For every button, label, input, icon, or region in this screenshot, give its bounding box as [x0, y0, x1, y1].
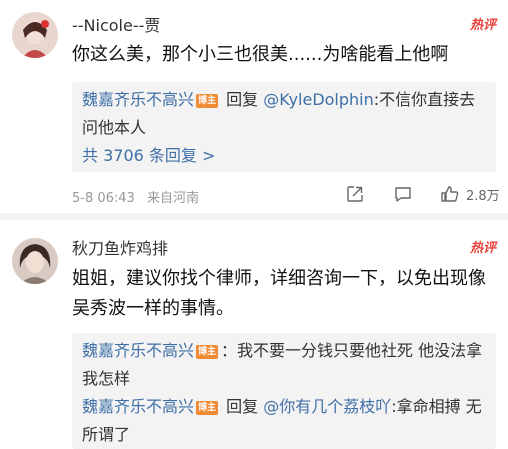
share-icon [347, 186, 363, 202]
comment-icon [395, 187, 411, 202]
hot-comment-badge: 热评 [469, 241, 496, 256]
reply-author[interactable]: 魏嘉齐乐不高兴 [82, 397, 194, 416]
more-replies-link[interactable]: 共 3706 条回复 > [82, 142, 486, 170]
reply-mention[interactable]: @KyleDolphin [263, 90, 374, 109]
reply-prefix: 回复 [226, 397, 259, 416]
share-button[interactable] [345, 184, 365, 204]
reply-box[interactable]: 魏嘉齐乐不高兴 博主 回复 @KyleDolphin:不信你直接去问他本人 共 3… [72, 82, 496, 172]
comment-text: 姐姐，建议你找个律师，详细咨询一下，以免出现像吴秀波一样的事情。 [72, 268, 486, 319]
reply-box[interactable]: 魏嘉齐乐不高兴 博主 ：我不要一分钱只要他社死 他没法拿我怎样 魏嘉齐乐不高兴 博主 … [72, 333, 496, 449]
reply-mention[interactable]: @你有几个荔枝吖 [263, 397, 391, 416]
comment-button[interactable] [393, 184, 413, 204]
like-count: 2.8万 [466, 188, 500, 204]
comment-meta: 5-8 06:43 来自河南 [72, 187, 199, 206]
avatar[interactable] [12, 238, 58, 284]
comment-username[interactable]: --Nicole--贾 [72, 12, 160, 36]
hot-comment-badge: 热评 [469, 18, 496, 33]
comment-divider [0, 213, 508, 220]
like-button[interactable]: 2.8万 [440, 184, 500, 204]
reply-author[interactable]: 魏嘉齐乐不高兴 [82, 341, 194, 360]
comment-location: 来自河南 [146, 191, 199, 206]
comment-username[interactable]: 秋刀鱼炸鸡排 [72, 235, 168, 259]
blogger-badge: 博主 [196, 401, 219, 415]
comment-text: 你这么美，那个小三也很美......为啥能看上他啊 [72, 44, 449, 65]
reply-prefix: 回复 [226, 90, 259, 109]
avatar[interactable] [12, 12, 58, 58]
blogger-badge: 博主 [196, 345, 219, 359]
reply-author[interactable]: 魏嘉齐乐不高兴 [82, 90, 194, 109]
reply-item[interactable]: 魏嘉齐乐不高兴 博主 回复 @KyleDolphin:不信你直接去问他本人 [82, 86, 486, 142]
like-icon [441, 186, 459, 202]
blogger-badge: 博主 [196, 94, 219, 108]
reply-item[interactable]: 魏嘉齐乐不高兴 博主 回复 @你有几个荔枝吖:拿命相搏 无所谓了 [82, 393, 486, 449]
reply-item[interactable]: 魏嘉齐乐不高兴 博主 ：我不要一分钱只要他社死 他没法拿我怎样 [82, 337, 486, 393]
comment-time: 5-8 06:43 [72, 191, 135, 206]
